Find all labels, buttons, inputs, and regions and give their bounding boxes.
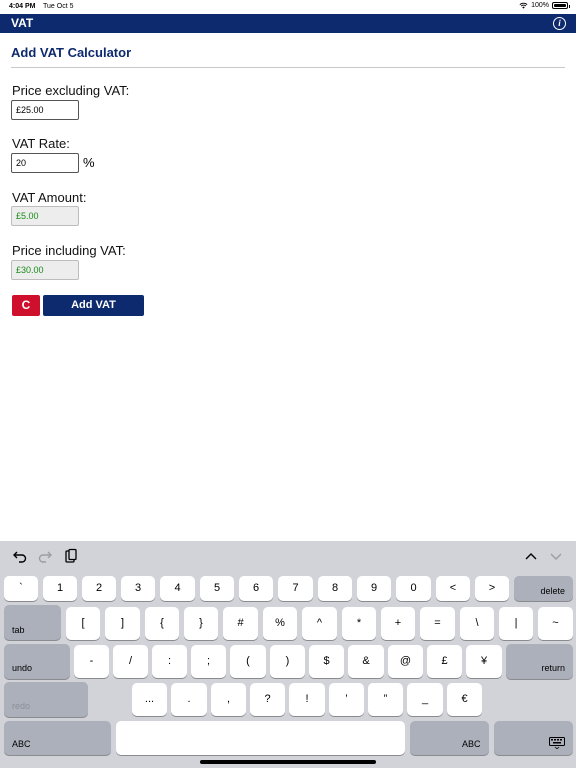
price-inc-output: £30.00 — [11, 260, 79, 280]
delete-key[interactable]: delete — [514, 576, 573, 601]
info-button[interactable]: i — [553, 17, 566, 30]
key[interactable]: # — [223, 607, 258, 640]
redo-key[interactable]: redo — [4, 682, 88, 717]
key[interactable]: 3 — [121, 576, 155, 601]
key[interactable]: ; — [191, 645, 226, 678]
chevron-up-icon[interactable] — [523, 548, 539, 564]
key[interactable]: ¥ — [466, 645, 502, 678]
key[interactable]: [ — [66, 607, 100, 640]
key[interactable]: ” — [368, 683, 403, 716]
percent-sign: % — [83, 155, 95, 170]
vat-amount-label: VAT Amount: — [12, 190, 87, 205]
key[interactable]: % — [263, 607, 297, 640]
dismiss-keyboard-key[interactable] — [494, 721, 573, 755]
abc-key-left[interactable]: ABC — [4, 721, 111, 755]
page-title: Add VAT Calculator — [11, 45, 132, 60]
key[interactable]: + — [381, 607, 415, 640]
key[interactable]: ~ — [538, 607, 573, 640]
price-ex-input[interactable]: £25.00 — [11, 100, 79, 120]
key[interactable]: & — [348, 645, 384, 678]
status-time: 4:04 PM — [9, 3, 36, 10]
abc-key-right[interactable]: ABC — [410, 721, 489, 755]
battery-percent: 100% — [531, 2, 549, 9]
key[interactable]: ’ — [329, 683, 364, 716]
key[interactable]: : — [152, 645, 187, 678]
key[interactable]: $ — [309, 645, 344, 678]
home-indicator — [200, 760, 376, 764]
redo-icon[interactable] — [37, 548, 53, 564]
key[interactable]: £ — [427, 645, 462, 678]
key[interactable]: 0 — [396, 576, 431, 601]
undo-key[interactable]: undo — [4, 644, 70, 679]
return-key[interactable]: return — [506, 644, 573, 679]
key[interactable]: } — [184, 607, 218, 640]
key[interactable]: ! — [289, 683, 325, 716]
status-date: Tue Oct 5 — [43, 3, 74, 10]
key[interactable]: 1 — [43, 576, 77, 601]
key[interactable]: ? — [250, 683, 285, 716]
keyboard: ` 1 2 3 4 5 6 7 8 9 0 < > delete tab [ ]… — [0, 541, 576, 768]
key[interactable]: 4 — [160, 576, 195, 601]
key[interactable]: 5 — [200, 576, 234, 601]
undo-icon[interactable] — [12, 548, 28, 564]
nav-bar: VAT i — [0, 14, 576, 33]
chevron-down-icon[interactable] — [548, 548, 564, 564]
key[interactable]: 8 — [318, 576, 352, 601]
keyboard-toolbar — [0, 541, 576, 573]
clear-button[interactable]: C — [12, 295, 40, 316]
key[interactable]: / — [113, 645, 148, 678]
add-vat-button[interactable]: Add VAT — [43, 295, 144, 316]
wifi-icon — [519, 2, 528, 9]
key[interactable]: ) — [270, 645, 305, 678]
key[interactable]: , — [211, 683, 246, 716]
status-bar: 4:04 PM Tue Oct 5 100% — [0, 0, 576, 14]
tab-key[interactable]: tab — [4, 605, 61, 640]
key[interactable]: ... — [132, 683, 167, 716]
key[interactable]: . — [171, 683, 207, 716]
key[interactable]: - — [74, 645, 109, 678]
key[interactable]: 9 — [357, 576, 391, 601]
key[interactable]: | — [499, 607, 533, 640]
status-right: 100% — [519, 2, 570, 9]
key[interactable]: { — [145, 607, 179, 640]
title-divider — [11, 67, 565, 68]
paste-icon[interactable] — [63, 548, 79, 564]
key[interactable]: _ — [407, 683, 443, 716]
price-ex-label: Price excluding VAT: — [12, 83, 130, 98]
nav-title: VAT — [11, 16, 34, 30]
key[interactable]: ( — [230, 645, 266, 678]
key[interactable]: € — [447, 683, 482, 716]
key[interactable]: 6 — [239, 576, 273, 601]
keyboard-icon — [549, 737, 565, 749]
key[interactable]: \ — [460, 607, 494, 640]
key[interactable]: ^ — [302, 607, 337, 640]
space-key[interactable] — [116, 721, 405, 755]
key[interactable]: ] — [105, 607, 140, 640]
vat-rate-input[interactable]: 20 — [11, 153, 79, 173]
battery-icon — [552, 2, 570, 9]
key[interactable]: < — [436, 576, 470, 601]
price-inc-label: Price including VAT: — [12, 243, 126, 258]
vat-amount-output: £5.00 — [11, 206, 79, 226]
key[interactable]: @ — [388, 645, 423, 678]
key[interactable]: = — [420, 607, 455, 640]
key[interactable]: 7 — [278, 576, 313, 601]
vat-rate-label: VAT Rate: — [12, 136, 70, 151]
key[interactable]: ` — [4, 576, 38, 601]
key[interactable]: 2 — [82, 576, 116, 601]
key[interactable]: > — [475, 576, 509, 601]
key[interactable]: * — [342, 607, 376, 640]
